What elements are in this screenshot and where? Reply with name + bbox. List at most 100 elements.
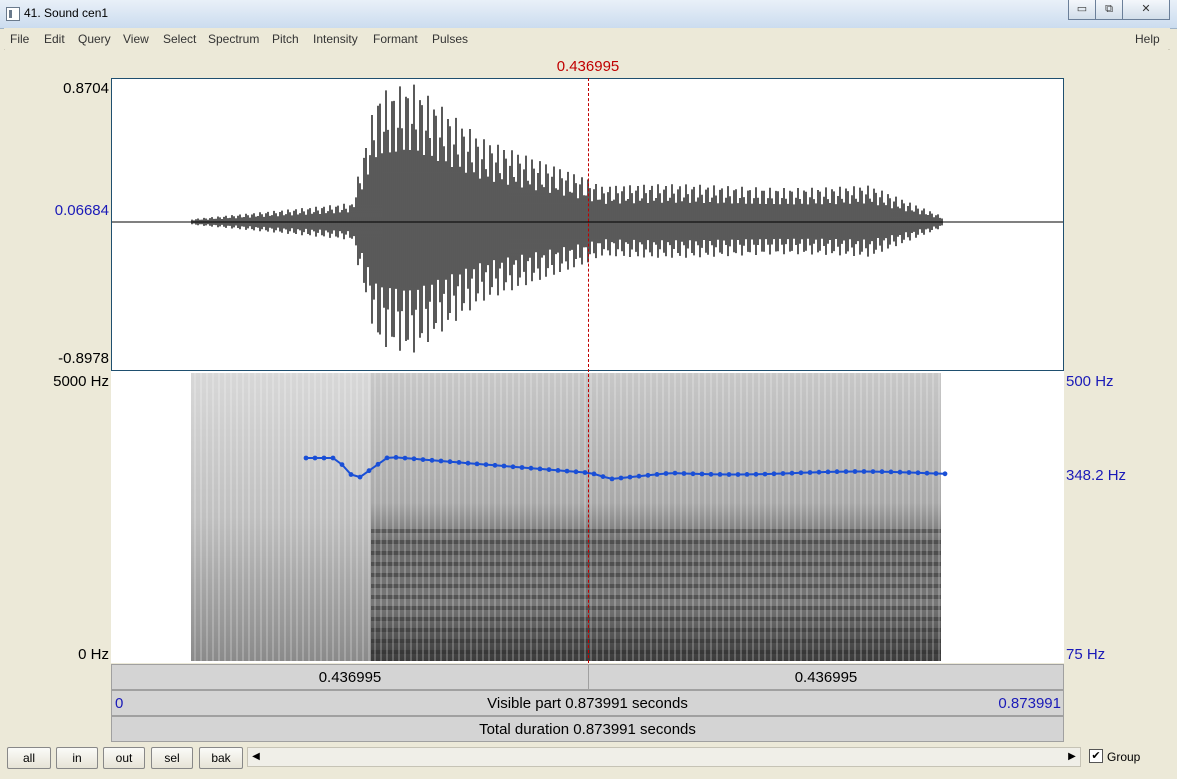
pitch-point bbox=[681, 471, 687, 476]
menu-view[interactable]: View bbox=[123, 32, 149, 46]
visible-part-bar[interactable]: 0 Visible part 0.873991 seconds 0.873991 bbox=[111, 690, 1064, 716]
pitch-point bbox=[627, 474, 633, 480]
pitch-point bbox=[582, 470, 588, 475]
pitch-point bbox=[519, 465, 525, 470]
total-duration-label: Total duration 0.873991 seconds bbox=[479, 721, 696, 738]
pitch-point bbox=[600, 474, 606, 479]
pitch-point bbox=[537, 466, 543, 472]
group-label: Group bbox=[1107, 750, 1141, 764]
left-segment-label: 0.436995 bbox=[318, 669, 382, 686]
pitch-point bbox=[771, 471, 777, 477]
menu-intensity[interactable]: Intensity bbox=[313, 32, 358, 46]
menu-select[interactable]: Select bbox=[163, 32, 196, 46]
pitch-point bbox=[933, 471, 939, 476]
pitch-point bbox=[438, 458, 444, 464]
zoom-out-button[interactable]: out bbox=[103, 747, 145, 769]
pitch-point bbox=[429, 457, 435, 463]
pitch-point bbox=[447, 459, 453, 465]
group-checkbox[interactable]: ✔ bbox=[1089, 749, 1103, 763]
pitch-point bbox=[879, 469, 885, 475]
pitch-point bbox=[690, 471, 696, 477]
scroll-right-arrow-icon[interactable]: ▶ bbox=[1064, 748, 1080, 766]
time-cursor bbox=[588, 78, 589, 663]
pitch-point bbox=[780, 471, 786, 476]
pitch-point bbox=[564, 468, 570, 474]
minimize-button[interactable]: ▭ bbox=[1068, 0, 1096, 20]
pitch-point bbox=[303, 455, 309, 461]
pitch-point bbox=[366, 468, 372, 474]
pitch-point bbox=[636, 473, 642, 479]
menu-help[interactable]: Help bbox=[1135, 32, 1160, 46]
pitch-point bbox=[492, 462, 498, 468]
spectrogram-fmax-label: 5000 Hz bbox=[53, 373, 109, 390]
pitch-point bbox=[717, 472, 723, 477]
pitch-point bbox=[555, 468, 561, 473]
menu-query[interactable]: Query bbox=[78, 32, 111, 46]
cursor-time-label: 0.436995 bbox=[556, 58, 620, 75]
waveform-min-label: -0.8978 bbox=[58, 350, 109, 367]
menu-pulses[interactable]: Pulses bbox=[432, 32, 468, 46]
pitch-point bbox=[573, 469, 579, 475]
menu-bar: File Edit Query View Select Spectrum Pit… bbox=[4, 28, 1170, 50]
waveform-trace bbox=[191, 84, 943, 353]
pitch-point bbox=[852, 469, 858, 474]
pitch-point bbox=[798, 470, 804, 476]
pitch-point bbox=[753, 471, 759, 477]
time-scrollbar[interactable]: ◀ ▶ bbox=[247, 747, 1081, 767]
pitch-point bbox=[510, 464, 516, 470]
pitch-point bbox=[708, 471, 714, 477]
maximize-button[interactable]: ⧉ bbox=[1095, 0, 1123, 20]
pitch-point bbox=[897, 469, 903, 475]
pitch-point bbox=[339, 462, 345, 467]
pitch-point bbox=[321, 455, 327, 461]
right-segment[interactable]: 0.436995 bbox=[589, 665, 1063, 689]
left-segment[interactable]: 0.436995 bbox=[112, 665, 589, 689]
pitch-point bbox=[393, 455, 399, 460]
menu-edit[interactable]: Edit bbox=[44, 32, 65, 46]
pitch-point bbox=[789, 470, 795, 476]
pitch-point bbox=[834, 469, 840, 475]
pitch-point bbox=[870, 469, 876, 474]
pitch-point bbox=[375, 461, 381, 467]
waveform-max-label: 0.8704 bbox=[63, 80, 109, 97]
pitch-point bbox=[699, 471, 705, 477]
pitch-point bbox=[501, 463, 507, 469]
app-icon bbox=[6, 7, 20, 21]
pitch-point bbox=[861, 469, 867, 474]
menu-formant[interactable]: Formant bbox=[373, 32, 418, 46]
total-duration-bar[interactable]: Total duration 0.873991 seconds bbox=[111, 716, 1064, 742]
menu-spectrum[interactable]: Spectrum bbox=[208, 32, 259, 46]
pitch-point bbox=[528, 465, 534, 471]
zoom-back-button[interactable]: bak bbox=[199, 747, 243, 769]
visible-end-label: 0.873991 bbox=[998, 695, 1061, 712]
pitch-point bbox=[609, 476, 615, 482]
pitch-point bbox=[348, 472, 354, 477]
pitch-bottom-label: 75 Hz bbox=[1066, 646, 1106, 663]
bottom-toolbar: all in out sel bak ◀ ▶ ✔ Group bbox=[0, 743, 1177, 779]
window-titlebar: 41. Sound cen1 ▭ ⧉ ✕ bbox=[0, 0, 1177, 29]
menu-pitch[interactable]: Pitch bbox=[272, 32, 299, 46]
scroll-left-arrow-icon[interactable]: ◀ bbox=[248, 748, 264, 766]
spectrogram-onset-region bbox=[191, 373, 371, 661]
window-title: 41. Sound cen1 bbox=[24, 6, 109, 20]
right-segment-label: 0.436995 bbox=[794, 669, 858, 686]
pitch-point bbox=[645, 472, 651, 478]
pitch-point bbox=[672, 470, 678, 476]
menu-file[interactable]: File bbox=[10, 32, 29, 46]
close-button[interactable]: ✕ bbox=[1122, 0, 1170, 20]
pitch-point bbox=[456, 460, 462, 465]
waveform-zero-label: 0.06684 bbox=[54, 202, 109, 219]
zoom-in-button[interactable]: in bbox=[56, 747, 98, 769]
pitch-point bbox=[474, 461, 480, 467]
visible-part-label: Visible part 0.873991 seconds bbox=[487, 695, 688, 712]
pitch-point bbox=[411, 456, 417, 462]
zoom-all-button[interactable]: all bbox=[7, 747, 51, 769]
pitch-point bbox=[888, 469, 894, 475]
zoom-sel-button[interactable]: sel bbox=[151, 747, 193, 769]
pitch-point bbox=[663, 471, 669, 476]
pitch-point bbox=[924, 470, 930, 476]
pitch-point bbox=[942, 471, 948, 477]
pitch-point bbox=[312, 455, 318, 461]
pitch-point bbox=[735, 472, 741, 477]
pitch-point bbox=[618, 475, 624, 481]
